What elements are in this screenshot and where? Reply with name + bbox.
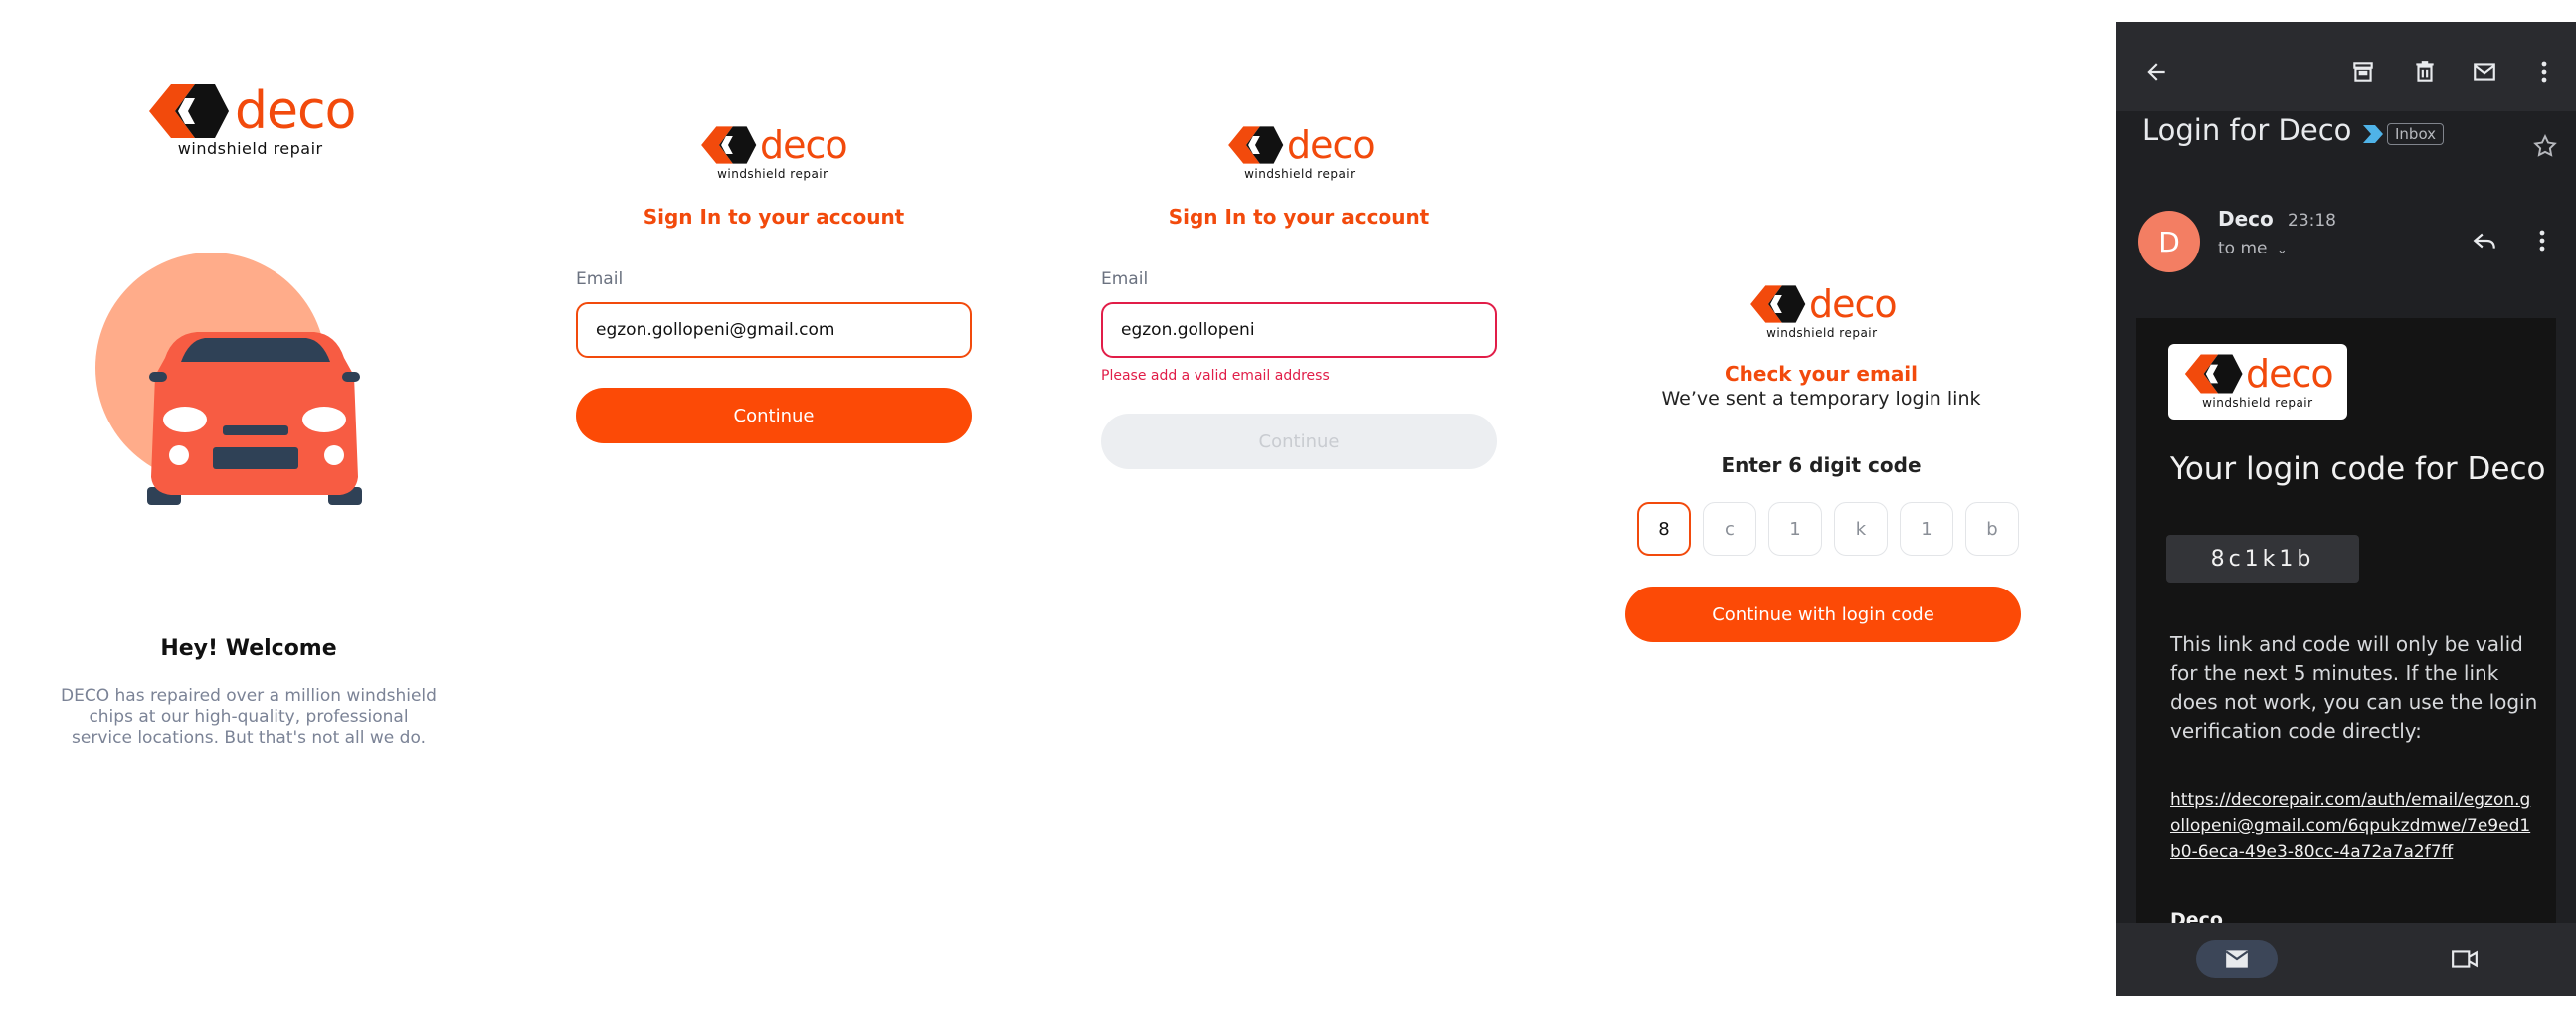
email-toolbar [2116, 22, 2576, 111]
logo-subtitle: windshield repair [717, 167, 828, 181]
recipient-text: to me [2218, 239, 2268, 258]
email-field[interactable]: egzon.gollopeni [1101, 302, 1497, 358]
email-body-text: This link and code will only be valid fo… [2170, 632, 2538, 743]
more-vert-icon[interactable] [2522, 221, 2562, 260]
signin-screen-invalid: deco windshield repair Sign In to your a… [1040, 0, 1558, 1012]
deco-logo-mark [1228, 126, 1284, 164]
back-arrow-icon[interactable] [2136, 52, 2176, 91]
deco-logo: deco windshield repair [1748, 282, 1898, 340]
sender-name: Deco [2218, 207, 2274, 231]
deco-logo: deco windshield repair [145, 82, 356, 158]
deco-logo: deco windshield repair [1225, 123, 1376, 181]
logo-word: deco [235, 82, 356, 141]
logo-word: deco [2246, 352, 2334, 396]
logo-subtitle: windshield repair [177, 139, 323, 158]
bottom-navigation [2116, 923, 2576, 996]
check-email-screen: deco windshield repair Check your email … [1567, 0, 2075, 1012]
welcome-text: DECO has repaired over a million windshi… [61, 686, 437, 748]
logo-subtitle: windshield repair [2202, 396, 2313, 410]
continue-button-disabled[interactable]: Continue [1101, 414, 1497, 469]
reply-icon[interactable] [2465, 221, 2504, 260]
car-illustration [95, 253, 362, 505]
email-heading: Your login code for Deco [2170, 451, 2546, 487]
inbox-label-chip[interactable]: Inbox [2387, 123, 2445, 145]
deco-logo: deco windshield repair [2168, 344, 2347, 420]
deco-logo-mark [149, 84, 229, 138]
trash-icon[interactable] [2405, 52, 2445, 91]
welcome-screen: deco windshield repair Hey! Welcome DECO… [0, 0, 497, 1012]
archive-icon[interactable] [2343, 52, 2383, 91]
email-error-message: Please add a valid email address [1101, 368, 1330, 384]
code-digit-4[interactable]: k [1834, 502, 1888, 556]
logo-word: deco [1287, 123, 1376, 167]
deco-logo-mark [1750, 285, 1806, 323]
continue-with-code-button[interactable]: Continue with login code [1625, 587, 2021, 642]
star-icon[interactable] [2528, 129, 2562, 163]
more-vert-icon[interactable] [2524, 52, 2564, 91]
code-digit-6[interactable]: b [1965, 502, 2019, 556]
recipient-toggle[interactable]: to me ⌄ [2218, 239, 2288, 258]
signin-title: Sign In to your account [643, 205, 905, 229]
mail-icon [2225, 950, 2249, 968]
logo-word: deco [760, 123, 848, 167]
deco-logo-mark [701, 126, 757, 164]
code-digit-1[interactable]: 8 [1637, 502, 1691, 556]
logo-subtitle: windshield repair [1766, 326, 1878, 340]
login-code: 8c1k1b [2166, 535, 2359, 583]
deco-logo: deco windshield repair [698, 123, 848, 181]
mail-tab[interactable] [2196, 940, 2278, 978]
check-email-title: Check your email [1724, 362, 1919, 386]
code-digit-5[interactable]: 1 [1900, 502, 1953, 556]
code-digit-2[interactable]: c [1703, 502, 1756, 556]
important-marker-icon [2363, 125, 2383, 143]
continue-button[interactable]: Continue [576, 388, 972, 443]
email-label: Email [1101, 269, 1149, 289]
signin-title: Sign In to your account [1168, 205, 1430, 229]
email-field[interactable]: egzon.gollopeni@gmail.com [576, 302, 972, 358]
check-email-subtitle: We’ve sent a temporary login link [1661, 388, 1981, 410]
logo-subtitle: windshield repair [1244, 167, 1356, 181]
logo-word: deco [1809, 282, 1898, 326]
code-input-row: 8 c 1 k 1 b [1637, 502, 2019, 556]
email-body-card: deco windshield repair Your login code f… [2136, 318, 2556, 934]
mail-icon[interactable] [2465, 52, 2504, 91]
welcome-title: Hey! Welcome [160, 636, 337, 661]
login-link[interactable]: https://decorepair.com/auth/email/egzon.… [2170, 787, 2538, 865]
code-digit-3[interactable]: 1 [1768, 502, 1822, 556]
email-subject: Login for Deco [2142, 113, 2352, 147]
chevron-down-icon: ⌄ [2276, 243, 2288, 257]
deco-logo-mark [2184, 354, 2243, 394]
signin-screen-valid: deco windshield repair Sign In to your a… [517, 0, 1030, 1012]
sender-avatar: D [2138, 211, 2200, 272]
code-label: Enter 6 digit code [1721, 453, 1922, 477]
email-label: Email [576, 269, 624, 289]
video-icon[interactable] [2445, 940, 2484, 978]
email-app-screen: Login for Deco Inbox D Deco 23:18 to me … [2116, 22, 2576, 996]
email-time: 23:18 [2288, 211, 2336, 231]
